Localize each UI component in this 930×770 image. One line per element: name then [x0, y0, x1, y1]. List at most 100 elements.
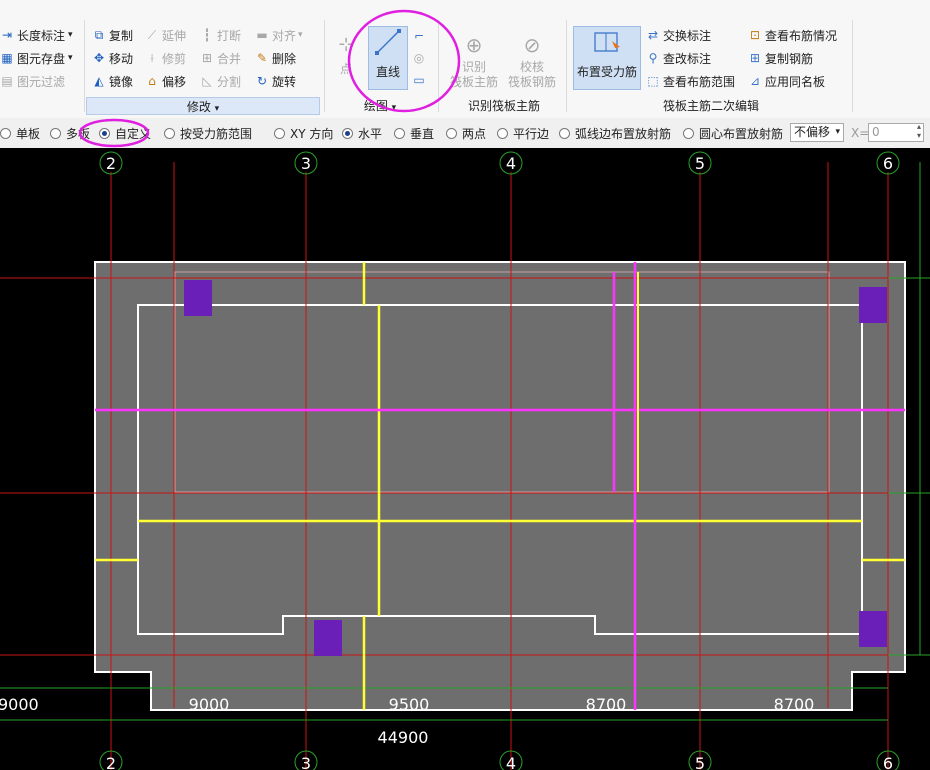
radio-by-rebar-range[interactable]: 按受力筋范围 [164, 125, 252, 142]
circle-button[interactable]: ◎ [412, 48, 429, 68]
range-icon: ⬚ [647, 74, 659, 88]
ribbon-toolbar: ⇥ 长度标注 ▾ ▦ 图元存盘 ▾ ▤ 图元过滤 ⧉ 复制 ⟋ 延伸 ┇ 打断 … [0, 0, 930, 119]
offset-button[interactable]: ⌂ 偏移 [145, 71, 186, 91]
column[interactable] [314, 620, 342, 656]
x-input[interactable]: 0 ▴ ▾ [868, 122, 924, 142]
swap-annotation-button[interactable]: ⇄ 交换标注 [646, 25, 711, 45]
radio-icon [683, 128, 694, 139]
rectangle-button[interactable]: ▭ [412, 70, 429, 90]
eraser-icon: ✎ [256, 51, 268, 65]
length-dimension-button[interactable]: ⇥ 长度标注 ▾ [0, 25, 73, 45]
dropdown-arrow-icon: ▾ [214, 104, 220, 114]
merge-button[interactable]: ⊞ 合并 [200, 48, 241, 68]
radio-parallel-edge[interactable]: 平行边 [497, 125, 549, 142]
apply-icon: ⊿ [749, 74, 761, 88]
radio-selected-icon [99, 128, 110, 139]
polyline-button[interactable]: ⌐ [412, 26, 429, 46]
dimension-text: 9000 [189, 695, 230, 714]
rectangle-icon: ▭ [413, 73, 425, 87]
divider [566, 20, 567, 112]
apply-same-slab-button[interactable]: ⊿ 应用同名板 [748, 71, 825, 91]
view-rebar-layout-button[interactable]: ⊡ 查看布筋情况 [748, 25, 837, 45]
swap-icon: ⇄ [647, 28, 659, 42]
radio-horizontal[interactable]: 水平 [342, 125, 382, 142]
radio-icon [0, 128, 11, 139]
radio-icon [497, 128, 508, 139]
divider [324, 20, 325, 112]
extend-button[interactable]: ⟋ 延伸 [145, 25, 186, 45]
axis-label-top: 4 [506, 154, 516, 173]
trim-button[interactable]: ⟊ 修剪 [145, 48, 186, 68]
check-modify-annotation-button[interactable]: ⚲ 查改标注 [646, 48, 711, 68]
draw-group-label[interactable]: 绘图 ▾ [356, 97, 404, 115]
search-icon: ⚲ [648, 51, 658, 65]
delete-button[interactable]: ✎ 删除 [255, 48, 296, 68]
view-rebar-range-button[interactable]: ⬚ 查看布筋范围 [646, 71, 735, 91]
element-save-button[interactable]: ▦ 图元存盘 ▾ [0, 48, 73, 68]
axis-label-top: 6 [883, 154, 893, 173]
modify-group-label[interactable]: 修改 ▾ [86, 97, 320, 115]
dimension-text: 9000 [0, 695, 39, 714]
axis-label-bottom: 4 [506, 754, 516, 770]
dimension-icon: ⇥ [1, 28, 13, 42]
dimension-text: 8700 [774, 695, 815, 714]
radio-icon [559, 128, 570, 139]
spinner-icon[interactable]: ▴ ▾ [917, 122, 921, 140]
offset-select[interactable]: 不偏移 ▾ [790, 123, 844, 142]
divider [852, 20, 853, 112]
split-button[interactable]: ◺ 分割 [200, 71, 241, 91]
column[interactable] [859, 611, 887, 647]
raft-slab[interactable] [94, 261, 906, 711]
extend-icon: ⟋ [147, 28, 157, 42]
identify-raft-rebar-button[interactable]: ⊕ 识别 筏板主筋 [446, 30, 502, 90]
radio-icon [164, 128, 175, 139]
radio-xy-direction[interactable]: XY 方向 [274, 125, 333, 142]
radio-multi-slab[interactable]: 多板 [50, 125, 90, 142]
drawing-canvas[interactable]: 2 3 4 5 6 2 3 4 5 6 9000 9000 9500 8700 … [0, 148, 930, 770]
check-icon: ⊘ [523, 33, 541, 57]
align-button[interactable]: ▬ 对齐 ▾ [255, 25, 303, 45]
identify-icon: ⊕ [465, 33, 483, 57]
radio-selected-icon [342, 128, 353, 139]
check-raft-rebar-button[interactable]: ⊘ 校核 筏板钢筋 [504, 30, 560, 90]
dimension-text: 8700 [586, 695, 627, 714]
move-button[interactable]: ✥ 移动 [92, 48, 133, 68]
axis-label-top: 5 [695, 154, 705, 173]
copy-rebar-icon: ⊞ [749, 51, 761, 65]
rotate-button[interactable]: ↻ 旋转 [255, 71, 296, 91]
copy-button[interactable]: ⧉ 复制 [92, 25, 133, 45]
point-button[interactable]: ⊹ 点 [331, 30, 361, 77]
mirror-button[interactable]: ◭ 镜像 [92, 71, 133, 91]
total-dimension-text: 44900 [378, 728, 429, 747]
line-button[interactable]: 直线 [368, 26, 408, 90]
trim-icon: ⟊ [150, 51, 154, 65]
identify-group-label: 识别筏板主筋 [467, 99, 540, 113]
circle-icon: ◎ [413, 51, 425, 65]
dropdown-arrow-icon: ▾ [391, 103, 397, 113]
place-rebar-icon [594, 32, 620, 52]
column[interactable] [859, 287, 887, 323]
dropdown-arrow-icon: ▾ [298, 30, 303, 40]
radio-vertical[interactable]: 垂直 [394, 125, 434, 142]
place-rebar-button[interactable]: 布置受力筋 [573, 26, 641, 90]
break-button[interactable]: ┇ 打断 [200, 25, 241, 45]
column[interactable] [184, 280, 212, 316]
radio-icon [394, 128, 405, 139]
radio-arc-radial[interactable]: 弧线边布置放射筋 [559, 125, 671, 142]
dropdown-arrow-icon: ▾ [835, 127, 840, 137]
dropdown-arrow-icon: ▾ [68, 53, 73, 63]
element-filter-button[interactable]: ▤ 图元过滤 [0, 71, 65, 91]
axis-label-top: 3 [301, 154, 311, 173]
split-icon: ◺ [202, 74, 212, 88]
line-icon [375, 29, 401, 55]
radio-single-slab[interactable]: 单板 [0, 125, 40, 142]
copy-rebar-button[interactable]: ⊞ 复制钢筋 [748, 48, 813, 68]
axis-label-bottom: 5 [695, 754, 705, 770]
axis-label-top: 2 [106, 154, 116, 173]
x-label: X= [851, 126, 870, 140]
radio-center-radial[interactable]: 圆心布置放射筋 [683, 125, 783, 142]
radio-two-point[interactable]: 两点 [446, 125, 486, 142]
radio-icon [446, 128, 457, 139]
radio-custom[interactable]: 自定义 [99, 125, 151, 142]
merge-icon: ⊞ [201, 51, 213, 65]
